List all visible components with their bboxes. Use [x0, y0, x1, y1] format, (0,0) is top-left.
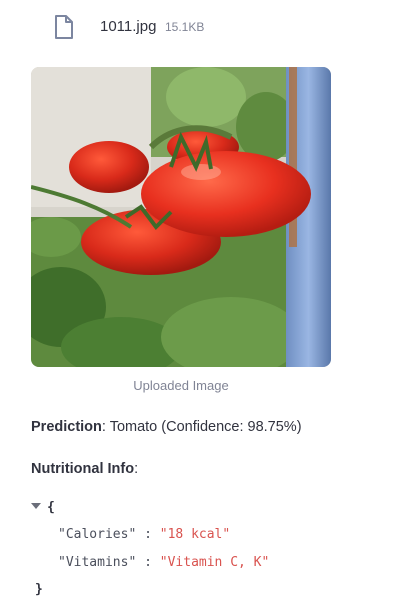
- json-key: "Calories": [58, 527, 137, 542]
- file-icon: [52, 14, 76, 40]
- uploaded-file-row: 1011.jpg 15.1KB: [52, 14, 204, 40]
- nutritional-info-label: Nutritional Info: [31, 461, 135, 477]
- page: 1011.jpg 15.1KB Uploaded Image Predictio…: [0, 0, 402, 611]
- image-caption: Uploaded Image: [133, 378, 229, 393]
- json-colon: :: [144, 527, 152, 542]
- json-value: "18 kcal": [159, 527, 231, 542]
- json-open-brace: {: [47, 500, 55, 515]
- prediction-text: Prediction: Tomato (Confidence: 98.75%): [31, 419, 302, 435]
- json-entry: "Vitamins" : "Vitamin C, K": [58, 555, 269, 570]
- collapse-toggle-icon[interactable]: [31, 503, 41, 509]
- file-name: 1011.jpg: [100, 18, 157, 35]
- json-colon: :: [144, 555, 152, 570]
- file-size: 15.1KB: [165, 20, 205, 34]
- json-value: "Vitamin C, K": [159, 555, 270, 570]
- json-close-brace: }: [35, 582, 43, 597]
- uploaded-image: [31, 67, 331, 367]
- nutritional-info-colon: :: [134, 461, 139, 477]
- prediction-label: Prediction: [31, 419, 102, 435]
- nutritional-info-heading: Nutritional Info:: [31, 461, 138, 477]
- json-entry: "Calories" : "18 kcal": [58, 527, 230, 542]
- prediction-value: : Tomato (Confidence: 98.75%): [101, 419, 302, 435]
- json-key: "Vitamins": [58, 555, 137, 570]
